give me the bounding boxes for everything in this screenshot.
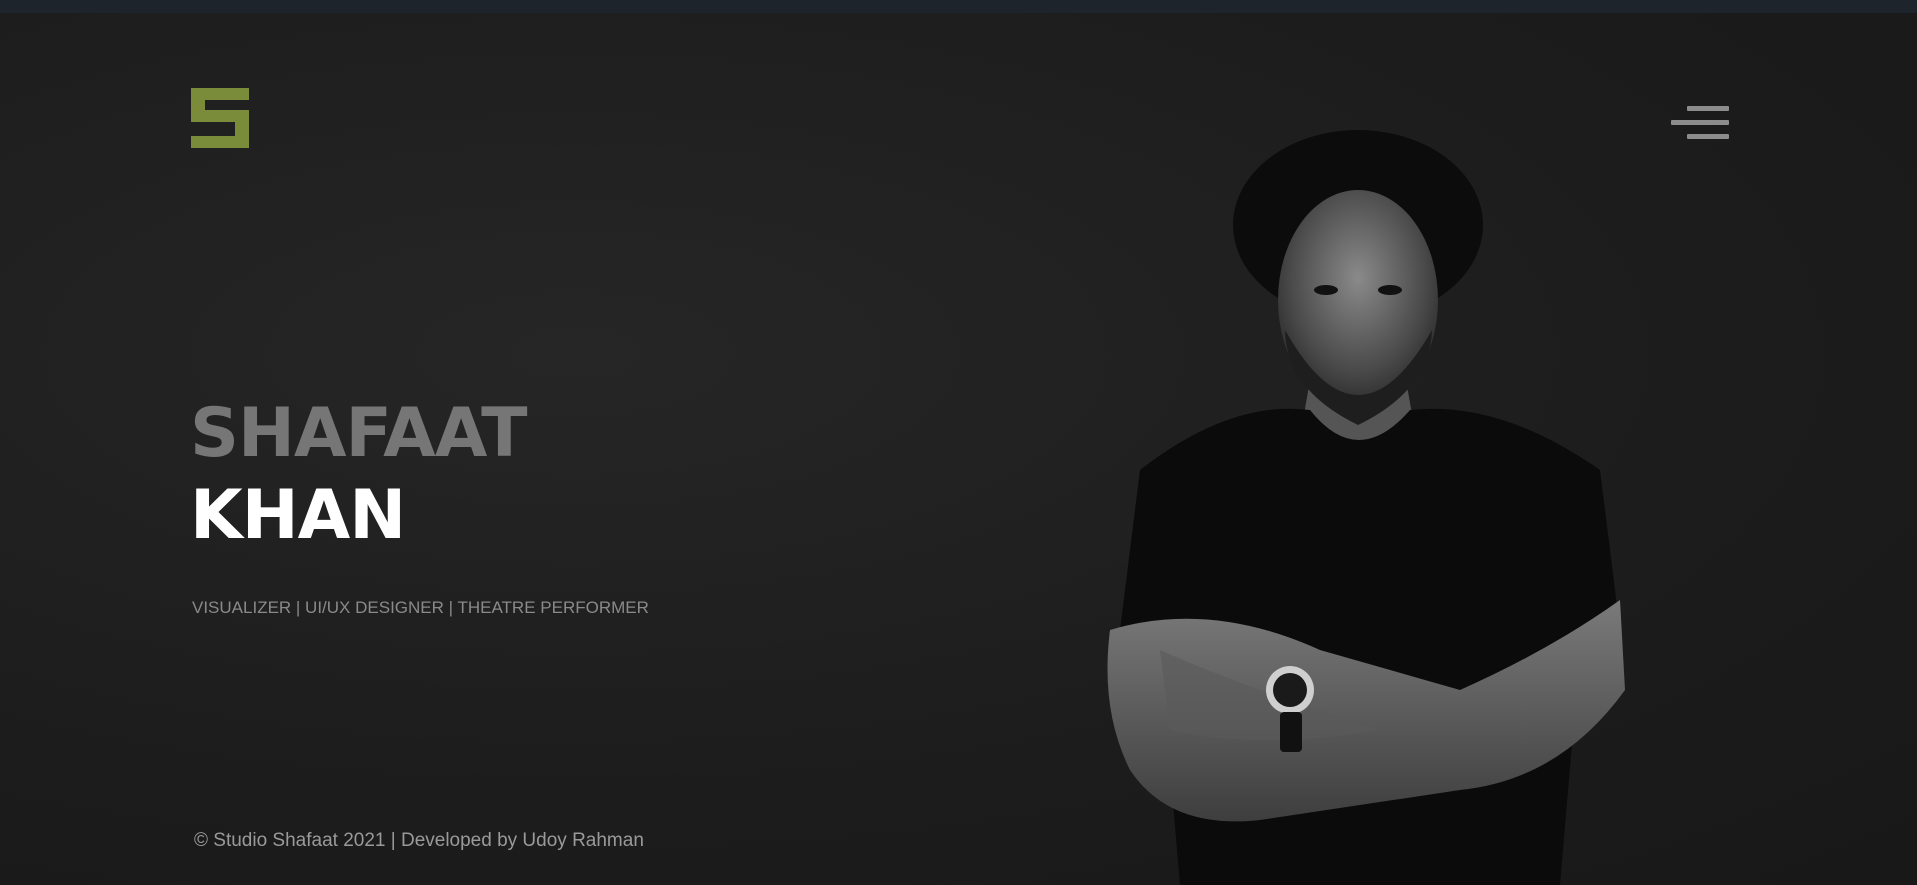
hero-page: SHAFAAT KHAN VISUALIZER | UI/UX DESIGNER… (0, 0, 1917, 885)
s-logo-icon[interactable] (191, 88, 249, 148)
first-name-heading: SHAFAAT (190, 394, 528, 473)
top-bar (0, 0, 1917, 13)
footer-copyright: © Studio Shafaat 2021 | Developed by Udo… (194, 830, 644, 851)
menu-line (1687, 106, 1729, 111)
menu-line (1687, 134, 1729, 139)
hamburger-menu-icon[interactable] (1669, 104, 1729, 146)
menu-line (1671, 120, 1729, 125)
tagline: VISUALIZER | UI/UX DESIGNER | THEATRE PE… (192, 598, 649, 617)
portrait-photo (1107, 130, 1625, 885)
last-name-heading: KHAN (190, 476, 406, 555)
